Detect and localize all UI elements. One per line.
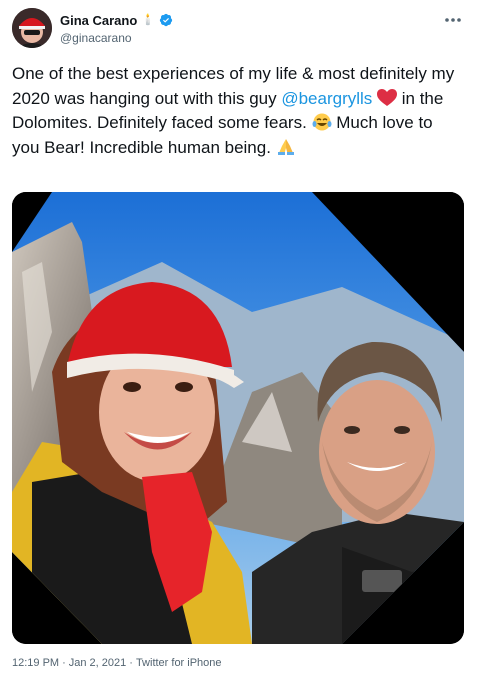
tweet-time[interactable]: 12:19 PM (12, 657, 59, 669)
tweet-source-link[interactable]: Twitter for iPhone (136, 657, 222, 669)
tweet-date[interactable]: Jan 2, 2021 (69, 657, 127, 669)
tweet-text: One of the best experiences of my life &… (12, 62, 464, 160)
meta-separator: · (129, 657, 133, 669)
selfie-photo-icon (12, 192, 464, 644)
tears-of-joy-emoji-icon (312, 113, 332, 131)
author-info: Gina Carano 🕯️ @ginacarano (60, 11, 173, 45)
author-name-row: Gina Carano 🕯️ (60, 11, 173, 29)
verified-badge-icon (159, 13, 173, 27)
avatar-photo-icon (12, 8, 52, 48)
more-options-icon[interactable] (442, 12, 464, 28)
mention-link[interactable]: @beargrylls (281, 89, 372, 108)
tweet-card: Gina Carano 🕯️ @ginacarano One of the be… (0, 0, 478, 682)
red-heart-emoji-icon (377, 88, 398, 106)
meta-separator: · (62, 657, 66, 669)
author-display-name[interactable]: Gina Carano (60, 13, 137, 28)
tweet-meta: 12:19 PM · Jan 2, 2021 · Twitter for iPh… (12, 657, 222, 669)
author-handle[interactable]: @ginacarano (60, 31, 173, 45)
author-avatar[interactable] (12, 8, 52, 48)
tweet-header: Gina Carano 🕯️ @ginacarano (12, 8, 466, 50)
tweet-photo[interactable] (12, 192, 464, 644)
candle-emoji-icon: 🕯️ (141, 13, 155, 26)
folded-hands-emoji-icon (277, 138, 294, 155)
